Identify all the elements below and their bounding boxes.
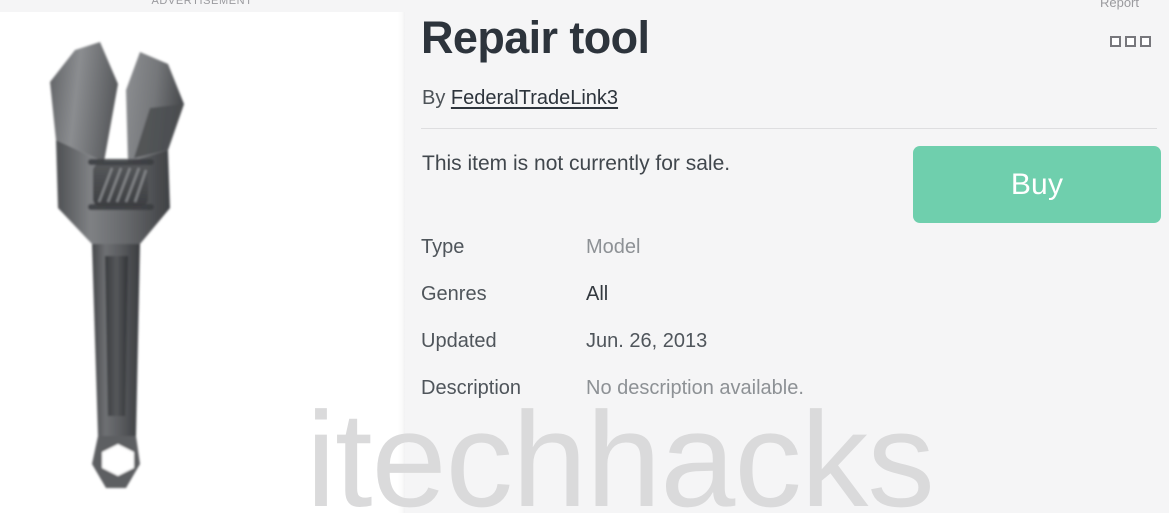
item-info-table: Type Model Genres All Updated Jun. 26, 2… — [421, 236, 1121, 424]
info-label-genres: Genres — [421, 283, 487, 305]
item-detail-column: Repair tool By FederalTradeLink3 This it… — [404, 0, 1169, 513]
buy-button[interactable]: Buy — [913, 146, 1161, 223]
byline-prefix: By — [422, 87, 446, 109]
page-title: Repair tool — [421, 12, 650, 63]
info-value-genres[interactable]: All — [586, 283, 608, 306]
wrench-image[interactable] — [0, 12, 404, 513]
item-image-panel — [0, 12, 404, 513]
sale-status-text: This item is not currently for sale. — [422, 152, 731, 175]
byline: By FederalTradeLink3 — [422, 87, 618, 110]
creator-link[interactable]: FederalTradeLink3 — [451, 87, 618, 109]
table-row: Genres All — [421, 283, 1121, 330]
info-label-description: Description — [421, 377, 522, 399]
wrench-svg — [50, 42, 184, 488]
share-glyph-2-icon[interactable] — [1125, 36, 1136, 47]
advertisement-label: ADVERTISEMENT — [151, 0, 253, 7]
share-icons[interactable] — [1110, 36, 1151, 47]
info-value-updated: Jun. 26, 2013 — [586, 330, 708, 352]
info-value-description: No description available. — [586, 377, 804, 399]
header-divider — [421, 128, 1157, 129]
info-label-updated: Updated — [421, 330, 497, 352]
share-glyph-3-icon[interactable] — [1140, 36, 1151, 47]
table-row: Updated Jun. 26, 2013 — [421, 330, 1121, 377]
info-value-type: Model — [586, 236, 641, 258]
share-glyph-1-icon[interactable] — [1110, 36, 1121, 47]
table-row: Type Model — [421, 236, 1121, 283]
item-detail-page: ADVERTISEMENT Report Repair tool By Fede… — [0, 0, 1169, 513]
info-label-type: Type — [421, 236, 465, 258]
table-row: Description No description available. — [421, 377, 1121, 424]
